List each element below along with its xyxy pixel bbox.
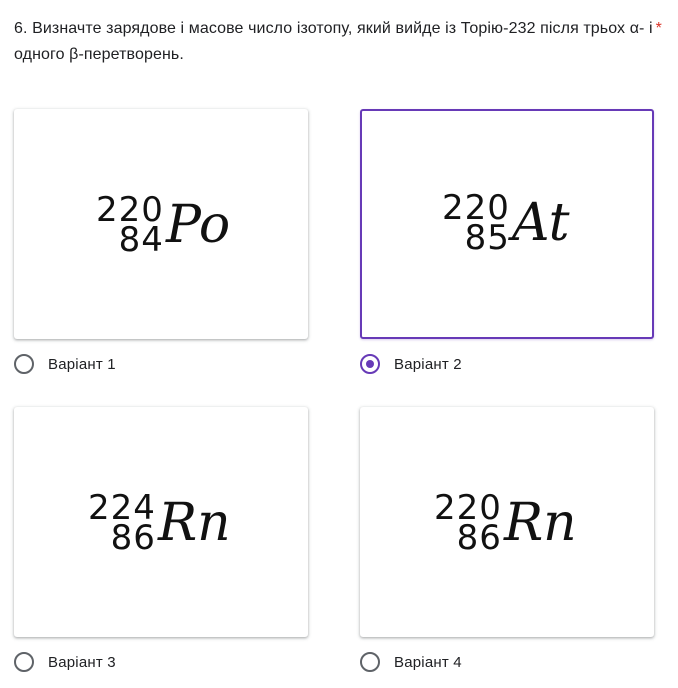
option-image-card-4[interactable]: 220 86 Rn <box>360 407 654 637</box>
option-label: Варіант 2 <box>394 355 462 373</box>
isotope-numbers-1: 220 84 <box>96 193 164 257</box>
option-radio-4[interactable]: Варіант 4 <box>360 650 462 674</box>
isotope-image-4: 220 86 Rn <box>360 407 654 637</box>
radio-button-icon[interactable] <box>360 652 380 672</box>
isotope-symbol: At <box>512 193 570 253</box>
option-radio-2[interactable]: Варіант 2 <box>360 352 462 376</box>
option-radio-3[interactable]: Варіант 3 <box>14 650 116 674</box>
option-radio-1[interactable]: Варіант 1 <box>14 352 116 376</box>
isotope-symbol: Po <box>166 195 231 255</box>
radio-button-checked-icon[interactable] <box>360 354 380 374</box>
option-image-card-3[interactable]: 224 86 Rn <box>14 407 308 637</box>
option-image-card-2[interactable]: 220 85 At <box>360 109 654 339</box>
isotope-symbol: Rn <box>158 493 231 553</box>
required-asterisk: * <box>655 20 662 37</box>
option-label: Варіант 3 <box>48 653 116 671</box>
isotope-image-2: 220 85 At <box>362 111 652 337</box>
option-label: Варіант 4 <box>394 653 462 671</box>
option-image-card-1[interactable]: 220 84 Po <box>14 109 308 339</box>
isotope-numbers-2: 220 85 <box>442 191 510 255</box>
question-text: 6. Визначте зарядове і масове число ізот… <box>14 20 653 63</box>
isotope-numbers-3: 224 86 <box>88 491 156 555</box>
radio-button-icon[interactable] <box>14 652 34 672</box>
isotope-symbol: Rn <box>504 493 577 553</box>
isotope-numbers-4: 220 86 <box>434 491 502 555</box>
radio-button-icon[interactable] <box>14 354 34 374</box>
isotope-image-1: 220 84 Po <box>14 109 308 339</box>
option-label: Варіант 1 <box>48 355 116 373</box>
isotope-image-3: 224 86 Rn <box>14 407 308 637</box>
question-title: 6. Визначте зарядове і масове число ізот… <box>14 16 666 68</box>
